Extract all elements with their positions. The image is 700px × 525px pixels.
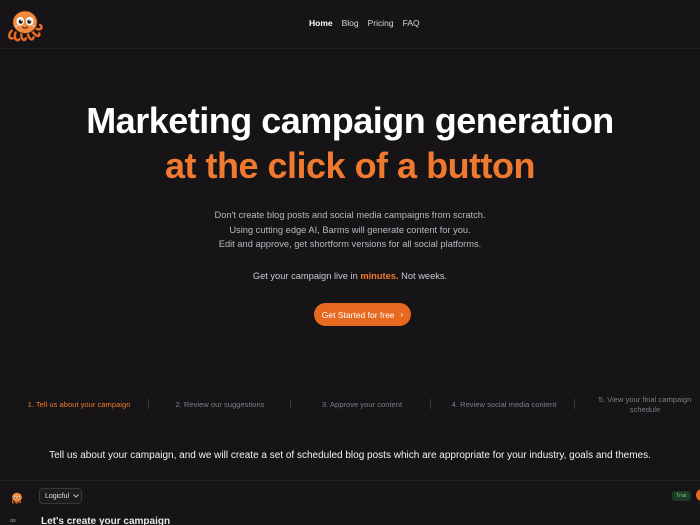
- campaign-steps: 1. Tell us about your campaign 2. Review…: [0, 392, 700, 418]
- step-3[interactable]: 3. Approve your content: [312, 392, 412, 418]
- live-tagline-suffix: Not weeks.: [398, 271, 448, 281]
- get-started-label: Get Started for free: [321, 309, 395, 320]
- main-nav: Home Blog Pricing FAQ: [309, 18, 429, 28]
- nav-blog-link[interactable]: Blog: [342, 18, 359, 28]
- step-separator: [430, 399, 431, 409]
- octopus-logo-icon[interactable]: [6, 6, 44, 44]
- step-5[interactable]: 5. View your final campaign schedule: [592, 392, 698, 418]
- nav-faq-link[interactable]: FAQ: [403, 18, 420, 28]
- nav-pricing-link[interactable]: Pricing: [368, 18, 394, 28]
- chevron-down-icon: [73, 494, 79, 498]
- organization-select[interactable]: Logicful: [39, 488, 82, 504]
- avatar[interactable]: [696, 489, 700, 501]
- hero-title: Marketing campaign generation: [86, 100, 614, 141]
- hero-description-line: Don't create blog posts and social media…: [214, 210, 486, 220]
- trial-badge: Trial: [672, 491, 691, 501]
- hero-subtitle: at the click of a button: [164, 145, 536, 186]
- step-separator: [574, 399, 575, 409]
- live-tagline-highlight: minutes.: [360, 271, 399, 281]
- hero-description-line: Using cutting edge AI, Barms will genera…: [229, 224, 471, 235]
- step-4[interactable]: 4. Review social media content: [445, 392, 563, 418]
- get-started-button[interactable]: Get Started for free ›: [314, 303, 411, 326]
- step-separator: [148, 399, 149, 409]
- step-2[interactable]: 2. Review our suggestions: [166, 392, 274, 418]
- organization-select-value: Logicful: [45, 492, 70, 500]
- live-tagline-prefix: Get your campaign live in: [252, 271, 361, 281]
- infinity-icon[interactable]: ∞: [10, 517, 24, 525]
- live-tagline: Get your campaign live in minutes. Not w…: [0, 271, 700, 281]
- step-1[interactable]: 1. Tell us about your campaign: [20, 392, 138, 418]
- step-separator: [290, 399, 291, 409]
- campaign-intro-text: Tell us about your campaign, and we will…: [49, 450, 651, 461]
- hero-description-line: Edit and approve, get shortform versions…: [218, 239, 482, 249]
- octopus-small-icon[interactable]: [10, 491, 24, 505]
- page: Home Blog Pricing FAQ Marketing campaign…: [0, 0, 700, 525]
- create-campaign-heading: Let's create your campaign: [41, 516, 171, 525]
- chevron-right-icon: ›: [400, 310, 404, 319]
- app-divider: [0, 480, 700, 481]
- hero-description: Don't create blog posts and social media…: [0, 208, 700, 252]
- header-divider: [0, 48, 700, 49]
- nav-home-link[interactable]: Home: [309, 18, 333, 28]
